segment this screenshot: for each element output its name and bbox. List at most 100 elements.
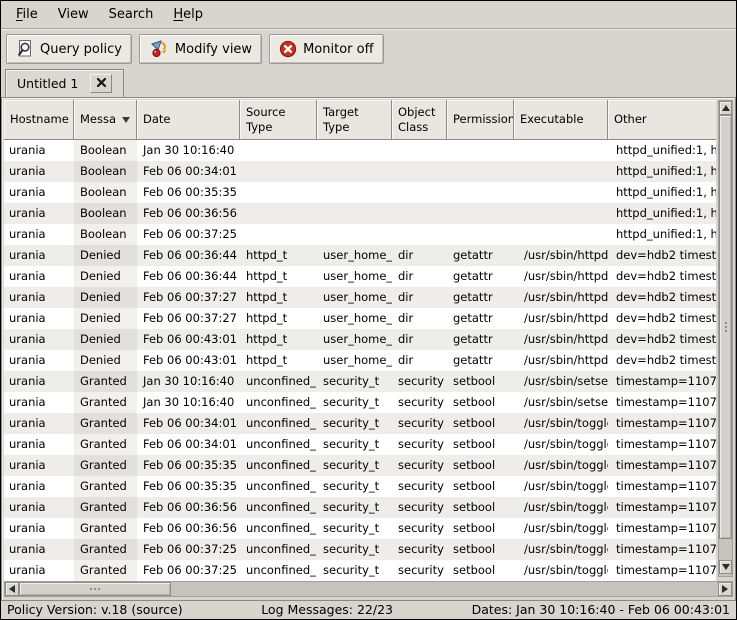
table-header-row: HostnameMessaDateSource TypeTarget TypeO… <box>4 100 716 140</box>
cell-permission: setbool <box>447 434 514 455</box>
table-row[interactable]: uraniaGrantedJan 30 10:16:40unconfined_s… <box>4 392 716 413</box>
cell-message: Denied <box>74 266 137 287</box>
column-header-permission[interactable]: Permission <box>447 100 514 140</box>
column-header-label: Messa <box>80 112 116 127</box>
cell-object_class: security <box>392 560 447 581</box>
cell-message: Granted <box>74 413 137 434</box>
cell-source_type <box>240 224 317 245</box>
cell-other: timestamp=11071 <box>608 392 716 413</box>
menu-help[interactable]: Help <box>163 3 213 26</box>
table-row[interactable]: uraniaGrantedFeb 06 00:37:25unconfined_s… <box>4 539 716 560</box>
cell-target_type: security_t <box>317 518 392 539</box>
table-row[interactable]: uraniaGrantedFeb 06 00:35:35unconfined_s… <box>4 455 716 476</box>
cell-permission: getattr <box>447 308 514 329</box>
menu-file[interactable]: File <box>6 3 48 26</box>
table-row[interactable]: uraniaDeniedFeb 06 00:43:01httpd_tuser_h… <box>4 329 716 350</box>
menu-view[interactable]: View <box>48 3 99 26</box>
cell-hostname: urania <box>4 455 74 476</box>
cell-hostname: urania <box>4 413 74 434</box>
scroll-down-button[interactable] <box>719 560 732 574</box>
tab-close-button[interactable] <box>90 74 112 93</box>
scroll-right-button[interactable] <box>718 582 732 596</box>
cell-other: dev=hdb2 timesta <box>608 266 716 287</box>
table-row[interactable]: uraniaGrantedFeb 06 00:35:35unconfined_s… <box>4 476 716 497</box>
horizontal-scrollbar-trough[interactable] <box>171 582 718 596</box>
column-header-message[interactable]: Messa <box>74 100 137 140</box>
cell-executable: /usr/sbin/toggle <box>514 476 608 497</box>
cell-target_type <box>317 203 392 224</box>
modify-view-icon <box>149 39 169 59</box>
cell-source_type: unconfined_ <box>240 497 317 518</box>
table-row[interactable]: uraniaDeniedFeb 06 00:37:27httpd_tuser_h… <box>4 308 716 329</box>
status-bar: Policy Version: v.18 (source) Log Messag… <box>1 600 736 619</box>
table-row[interactable]: uraniaDeniedFeb 06 00:36:44httpd_tuser_h… <box>4 245 716 266</box>
table-row[interactable]: uraniaDeniedFeb 06 00:36:44httpd_tuser_h… <box>4 266 716 287</box>
column-header-object_class[interactable]: Object Class <box>392 100 447 140</box>
column-header-target_type[interactable]: Target Type <box>317 100 392 140</box>
cell-other: timestamp=11076 <box>608 476 716 497</box>
table-row[interactable]: uraniaGrantedFeb 06 00:36:56unconfined_s… <box>4 497 716 518</box>
tab-untitled-1[interactable]: Untitled 1 <box>5 69 124 97</box>
vertical-scrollbar-thumb[interactable] <box>719 115 732 539</box>
column-header-source_type[interactable]: Source Type <box>240 100 317 140</box>
cell-date: Feb 06 00:43:01 <box>137 350 240 371</box>
monitor-off-button[interactable]: Monitor off <box>269 34 383 64</box>
table-row[interactable]: uraniaDeniedFeb 06 00:37:27httpd_tuser_h… <box>4 287 716 308</box>
table-row[interactable]: uraniaGrantedFeb 06 00:36:56unconfined_s… <box>4 518 716 539</box>
vertical-scrollbar[interactable] <box>718 100 733 577</box>
cell-message: Denied <box>74 308 137 329</box>
query-policy-icon <box>16 40 34 58</box>
table-row[interactable]: uraniaDeniedFeb 06 00:43:01httpd_tuser_h… <box>4 350 716 371</box>
horizontal-scrollbar[interactable] <box>4 581 733 597</box>
cell-message: Granted <box>74 455 137 476</box>
cell-date: Feb 06 00:36:56 <box>137 518 240 539</box>
column-header-hostname[interactable]: Hostname <box>4 100 74 140</box>
menu-bar: FileViewSearchHelp <box>1 1 736 29</box>
column-header-other[interactable]: Other <box>608 100 716 140</box>
cell-target_type: security_t <box>317 434 392 455</box>
sort-indicator-icon <box>122 117 130 123</box>
cell-other: httpd_unified:1, h <box>608 182 716 203</box>
log-messages-status: Log Messages: 22/23 <box>261 602 393 617</box>
log-table: HostnameMessaDateSource TypeTarget TypeO… <box>4 100 716 583</box>
modify-view-button[interactable]: Modify view <box>139 34 262 64</box>
cell-target_type: security_t <box>317 455 392 476</box>
cell-target_type: security_t <box>317 371 392 392</box>
column-header-date[interactable]: Date <box>137 100 240 140</box>
monitor-off-label: Monitor off <box>303 42 373 57</box>
cell-hostname: urania <box>4 224 74 245</box>
vertical-scrollbar-trough[interactable] <box>719 539 732 560</box>
cell-date: Jan 30 10:16:40 <box>137 392 240 413</box>
column-header-executable[interactable]: Executable <box>514 100 608 140</box>
cell-date: Feb 06 00:36:56 <box>137 497 240 518</box>
horizontal-scrollbar-thumb[interactable] <box>19 582 171 596</box>
cell-permission <box>447 182 514 203</box>
table-row[interactable]: uraniaGrantedJan 30 10:16:40unconfined_s… <box>4 371 716 392</box>
table-row[interactable]: uraniaBooleanFeb 06 00:35:35httpd_unifie… <box>4 182 716 203</box>
cell-object_class: dir <box>392 350 447 371</box>
cell-source_type: httpd_t <box>240 245 317 266</box>
table-row[interactable]: uraniaBooleanFeb 06 00:37:25httpd_unifie… <box>4 224 716 245</box>
table-row[interactable]: uraniaBooleanFeb 06 00:34:01httpd_unifie… <box>4 161 716 182</box>
cell-other: dev=hdb2 timesta <box>608 287 716 308</box>
cell-target_type: user_home_ <box>317 266 392 287</box>
cell-hostname: urania <box>4 266 74 287</box>
cell-hostname: urania <box>4 287 74 308</box>
cell-object_class: security <box>392 518 447 539</box>
table-row[interactable]: uraniaBooleanFeb 06 00:36:56httpd_unifie… <box>4 203 716 224</box>
scroll-left-button[interactable] <box>5 582 19 596</box>
cell-target_type: user_home_ <box>317 287 392 308</box>
menu-search[interactable]: Search <box>99 3 164 26</box>
table-row[interactable]: uraniaBooleanJan 30 10:16:40httpd_unifie… <box>4 140 716 161</box>
cell-object_class: security <box>392 413 447 434</box>
close-icon <box>96 76 107 91</box>
cell-other: dev=hdb2 timesta <box>608 308 716 329</box>
scroll-up-button[interactable] <box>719 101 732 115</box>
table-row[interactable]: uraniaGrantedFeb 06 00:34:01unconfined_s… <box>4 413 716 434</box>
table-row[interactable]: uraniaGrantedFeb 06 00:34:01unconfined_s… <box>4 434 716 455</box>
table-row[interactable]: uraniaGrantedFeb 06 00:37:25unconfined_s… <box>4 560 716 581</box>
column-header-label: Hostname <box>10 112 69 127</box>
query-policy-button[interactable]: Query policy <box>6 34 132 64</box>
cell-object_class: security <box>392 434 447 455</box>
cell-object_class <box>392 140 447 161</box>
